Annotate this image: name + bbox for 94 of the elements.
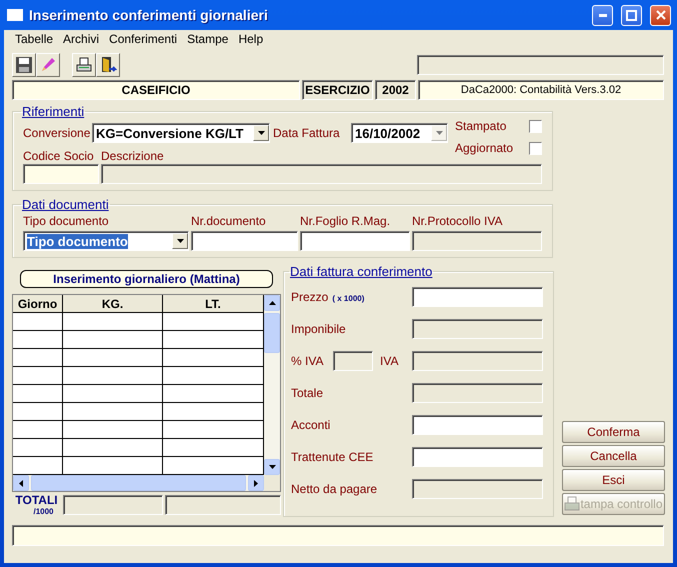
group-title: Dati fattura conferimento (289, 264, 434, 279)
dropdown-arrow-icon (258, 131, 264, 135)
checkbox-label: Aggiornato (455, 141, 514, 155)
checkbox[interactable] (529, 120, 542, 132)
codice-socio-field[interactable] (23, 164, 99, 184)
field-label: Descrizione (101, 149, 164, 163)
checkbox[interactable] (529, 142, 542, 154)
column-header: KG. (63, 295, 163, 313)
window-title: Inserimento conferimenti giornalieri (29, 7, 269, 23)
grid-cell[interactable] (63, 313, 163, 331)
year-field: 2002 (375, 80, 416, 100)
input-field[interactable] (412, 415, 543, 435)
scrollbar-corner (264, 475, 280, 491)
input-field[interactable] (191, 231, 298, 251)
printer-icon (75, 56, 93, 74)
field-label: Nr.Protocollo IVA (412, 214, 504, 228)
maximize-button[interactable] (621, 4, 642, 26)
right-arrow-icon (254, 480, 258, 486)
grid-cell[interactable] (13, 331, 63, 349)
field-label: IVA (379, 354, 400, 368)
close-button[interactable] (650, 4, 671, 26)
dropdown-arrow-icon (176, 239, 184, 243)
field-label: % IVA (291, 354, 324, 368)
field-label: Nr.Foglio R.Mag. (300, 214, 392, 228)
menu-item[interactable]: Conferimenti (104, 32, 182, 46)
scroll-up-button[interactable] (264, 295, 280, 311)
version-field: DaCa2000: Contabilità Vers.3.02 (418, 80, 664, 100)
menu-item[interactable]: Archivi (58, 32, 104, 46)
door-exit-icon (99, 56, 117, 74)
dropdown-arrow-icon (268, 465, 276, 469)
field-label: Imponibile (291, 322, 347, 336)
field-label: Tipo documento (23, 214, 110, 228)
field-label: Acconti (291, 418, 332, 432)
action-button[interactable]: Cancella (562, 445, 665, 467)
field-label: Totale (291, 386, 324, 400)
tipo-documento-combo[interactable]: Tipo documento (23, 231, 189, 251)
column-header: Giorno (13, 295, 63, 313)
minimize-icon (598, 14, 606, 16)
action-button[interactable]: Conferma (562, 421, 665, 443)
grid-cell[interactable] (13, 385, 63, 403)
grid-cell[interactable] (13, 349, 63, 367)
grid-cell[interactable] (13, 421, 63, 439)
field-label: Nr.documento (191, 214, 267, 228)
dropdown-arrow-icon (436, 131, 442, 135)
menu-item[interactable]: Stampe (182, 32, 234, 46)
scrollbar-thumb[interactable] (264, 313, 280, 353)
pencil-icon (39, 56, 57, 74)
date-picker[interactable]: 16/10/2002 (351, 123, 448, 143)
group-title: Dati documenti (21, 197, 110, 212)
menu-item[interactable]: Tabelle (10, 32, 58, 46)
grid-cell[interactable] (13, 439, 63, 457)
grid-cell[interactable] (13, 313, 63, 331)
window-icon (7, 9, 23, 21)
scroll-left-button[interactable] (13, 475, 29, 491)
year-label: ESERCIZIO (302, 80, 373, 100)
left-arrow-icon (19, 480, 23, 486)
checkbox-label: Stampato (455, 119, 506, 133)
scroll-right-button[interactable] (248, 475, 264, 491)
field-label: Trattenute CEE (291, 450, 374, 464)
totals-unit: /1000 (33, 506, 54, 517)
grid-cell[interactable] (63, 421, 163, 439)
dropdown-arrow-icon (268, 301, 276, 305)
menu-item[interactable]: Help (233, 32, 268, 46)
input-field[interactable] (412, 447, 543, 467)
grid-cell[interactable] (63, 385, 163, 403)
field-label: Netto da pagare (291, 482, 378, 496)
action-button[interactable]: Esci (562, 469, 665, 491)
field-label: Prezzo ( x 1000) (291, 290, 366, 304)
grid-cell[interactable] (13, 403, 63, 421)
conversione-combo[interactable]: KG=Conversione KG/LT (92, 123, 270, 143)
maximize-icon (626, 10, 637, 20)
minimize-button[interactable] (592, 4, 613, 26)
field-label: Data Fattura (273, 126, 341, 140)
grid-cell[interactable] (63, 331, 163, 349)
group-title: Riferimenti (21, 104, 86, 119)
toolbar-button[interactable] (12, 53, 36, 77)
toolbar-button[interactable] (96, 53, 120, 77)
grid-cell[interactable] (63, 367, 163, 385)
company-field: CASEIFICIO (12, 80, 300, 100)
field-label: Codice Socio (23, 149, 95, 163)
grid-cell[interactable] (63, 403, 163, 421)
grid-cell[interactable] (63, 439, 163, 457)
scrollbar-thumb[interactable] (31, 475, 246, 491)
close-icon (656, 10, 666, 20)
input-field[interactable] (300, 231, 410, 251)
field-label: Conversione (23, 126, 89, 140)
input-field[interactable] (412, 287, 543, 307)
totals-label: TOTALI (15, 495, 58, 506)
column-header: LT. (163, 295, 264, 313)
grid-cell[interactable] (63, 349, 163, 367)
grid-banner: Inserimento giornaliero (Mattina) (20, 270, 273, 288)
grid-cell[interactable] (13, 367, 63, 385)
scroll-down-button[interactable] (264, 459, 280, 475)
toolbar-button[interactable] (72, 53, 96, 77)
